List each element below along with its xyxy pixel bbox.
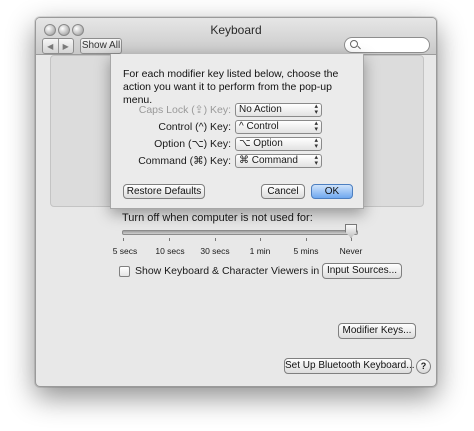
input-sources-button[interactable]: Input Sources... xyxy=(322,263,402,279)
slider-tick xyxy=(351,238,352,241)
sheet-description: For each modifier key listed below, choo… xyxy=(123,68,339,106)
title-bar: Keyboard ◀ ▶ Show All xyxy=(36,18,436,55)
restore-defaults-button[interactable]: Restore Defaults xyxy=(123,184,205,199)
command-value: ⌘ Command xyxy=(239,155,298,166)
option-key-label: Option (⌥) Key: xyxy=(154,138,231,150)
popup-arrows-icon: ▴ ▾ xyxy=(314,120,318,133)
slider-tick xyxy=(169,238,170,241)
tick-label-10-secs: 10 secs xyxy=(155,246,185,256)
help-button[interactable]: ? xyxy=(416,359,431,374)
tick-label-5-mins: 5 mins xyxy=(293,246,319,256)
control-value: ^ Control xyxy=(239,121,279,132)
caps-lock-popup[interactable]: No Action ▴ ▾ xyxy=(235,103,322,117)
tick-label-1-min: 1 min xyxy=(249,246,271,256)
slider-tick xyxy=(260,238,261,241)
command-key-label: Command (⌘) Key: xyxy=(138,155,231,167)
slider-tick xyxy=(306,238,307,241)
popup-arrows-icon: ▴ ▾ xyxy=(314,154,318,167)
option-popup[interactable]: ⌥ Option ▴ ▾ xyxy=(235,137,322,151)
modifier-keys-sheet: For each modifier key listed below, choo… xyxy=(110,54,364,209)
back-forward-control: ◀ ▶ xyxy=(42,38,74,54)
search-icon xyxy=(350,40,358,48)
forward-arrow-icon[interactable]: ▶ xyxy=(59,39,74,53)
caps-lock-value: No Action xyxy=(239,104,282,115)
slider-tick xyxy=(215,238,216,241)
back-arrow-icon[interactable]: ◀ xyxy=(43,39,59,53)
slider-tick xyxy=(123,238,124,241)
option-value: ⌥ Option xyxy=(239,138,283,149)
tick-label-never: Never xyxy=(339,246,363,256)
popup-arrows-icon: ▴ ▾ xyxy=(314,103,318,116)
popup-arrows-icon: ▴ ▾ xyxy=(314,137,318,150)
caps-lock-key-label: Caps Lock (⇪) Key: xyxy=(138,104,231,116)
bluetooth-keyboard-button[interactable]: Set Up Bluetooth Keyboard... xyxy=(284,358,415,374)
control-popup[interactable]: ^ Control ▴ ▾ xyxy=(235,120,322,134)
tick-label-5-secs: 5 secs xyxy=(112,246,138,256)
command-popup[interactable]: ⌘ Command ▴ ▾ xyxy=(235,154,322,168)
viewer-checkbox[interactable] xyxy=(119,265,130,277)
modifier-keys-button[interactable]: Modifier Keys... xyxy=(338,323,416,339)
backlight-timeout-slider[interactable] xyxy=(122,230,358,235)
search-field[interactable] xyxy=(344,37,430,53)
cancel-button[interactable]: Cancel xyxy=(261,184,305,199)
show-all-button[interactable]: Show All xyxy=(80,38,122,54)
tick-label-30-secs: 30 secs xyxy=(200,246,230,256)
turn-off-label: Turn off when computer is not used for: xyxy=(122,212,313,224)
window-title: Keyboard xyxy=(210,23,262,37)
control-key-label: Control (^) Key: xyxy=(158,121,231,133)
ok-button[interactable]: OK xyxy=(311,184,353,199)
